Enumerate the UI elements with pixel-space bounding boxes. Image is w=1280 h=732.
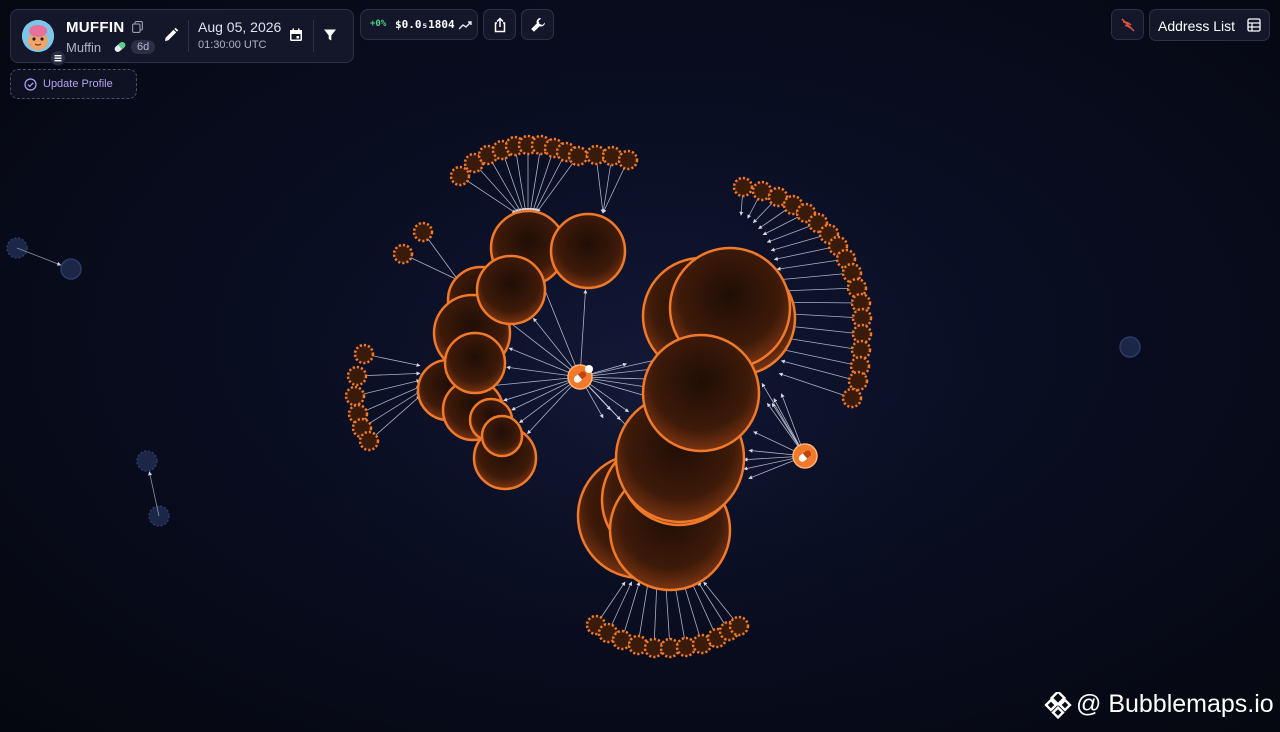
chain-badge-icon — [50, 50, 66, 66]
pencil-icon[interactable] — [163, 27, 179, 43]
token-avatar — [22, 20, 54, 52]
update-profile-button[interactable]: Update Profile — [10, 69, 137, 99]
small-holder-bubble[interactable] — [585, 144, 607, 166]
small-holder-bubble[interactable] — [346, 365, 368, 387]
holder-bubble[interactable] — [549, 212, 627, 290]
small-holder-bubble[interactable] — [617, 149, 639, 171]
small-holder-bubble[interactable] — [643, 637, 665, 659]
small-holder-bubble[interactable] — [841, 387, 863, 409]
holder-bubble[interactable] — [641, 333, 761, 453]
dimmed-bubble[interactable] — [1119, 336, 1141, 358]
token-name: MUFFIN — [66, 19, 125, 36]
holder-bubble[interactable] — [480, 414, 524, 458]
small-holder-bubble[interactable] — [392, 243, 414, 265]
transfer-links — [220, 70, 1060, 710]
calendar-icon[interactable] — [289, 28, 303, 42]
dimmed-bubble[interactable] — [60, 258, 82, 280]
wrench-icon — [531, 18, 545, 32]
price-box[interactable]: +0% $0.0₅1804 — [360, 9, 478, 40]
copy-icon[interactable] — [132, 21, 143, 33]
small-holder-bubble[interactable] — [358, 430, 380, 452]
lock-icon — [585, 365, 593, 373]
share-icon — [494, 17, 506, 33]
muffin-avatar-icon — [22, 20, 54, 52]
divider — [188, 20, 189, 52]
trend-line-icon — [458, 21, 472, 30]
token-card: MUFFIN Muffin 6d Aug 05, 2026 01:30:00 U… — [10, 9, 354, 66]
small-holder-bubble[interactable] — [728, 615, 750, 637]
update-profile-label: Update Profile — [43, 78, 113, 90]
table-list-icon — [1247, 18, 1261, 32]
small-holder-bubble[interactable] — [567, 145, 589, 167]
token-symbol: Muffin — [66, 40, 102, 55]
hidden-links-icon — [1121, 18, 1135, 32]
address-list-button[interactable]: Address List — [1149, 9, 1270, 41]
dimmed-bubble[interactable] — [136, 450, 158, 472]
address-list-label: Address List — [1158, 18, 1236, 34]
snapshot-time: 01:30:00 UTC — [198, 39, 267, 51]
brand-text: @ Bubblemaps.io — [1076, 690, 1274, 718]
snapshot-date: Aug 05, 2026 — [198, 19, 282, 35]
small-holder-bubble[interactable] — [412, 221, 434, 243]
small-holder-bubble[interactable] — [344, 385, 366, 407]
small-holder-bubble[interactable] — [353, 343, 375, 365]
holder-bubble[interactable] — [443, 331, 507, 395]
filter-icon[interactable] — [323, 28, 337, 42]
pill-icon — [114, 42, 126, 52]
holder-bubble[interactable] — [475, 254, 547, 326]
price-change: +0% — [370, 19, 387, 29]
small-holder-bubble[interactable] — [847, 370, 869, 392]
token-age-badge: 6d — [131, 40, 156, 54]
price-value: $0.0₅1804 — [395, 18, 455, 31]
bubblemaps-logo-icon — [1044, 692, 1072, 720]
divider — [313, 20, 314, 52]
small-holder-bubble[interactable] — [732, 176, 754, 198]
check-circle-icon — [24, 78, 37, 91]
share-button[interactable] — [483, 9, 516, 40]
small-holder-bubble[interactable] — [751, 180, 773, 202]
hide-links-button[interactable] — [1111, 9, 1144, 40]
bubble-graph[interactable] — [0, 0, 1280, 732]
graph-glow — [220, 70, 1060, 710]
tools-button[interactable] — [521, 9, 554, 40]
